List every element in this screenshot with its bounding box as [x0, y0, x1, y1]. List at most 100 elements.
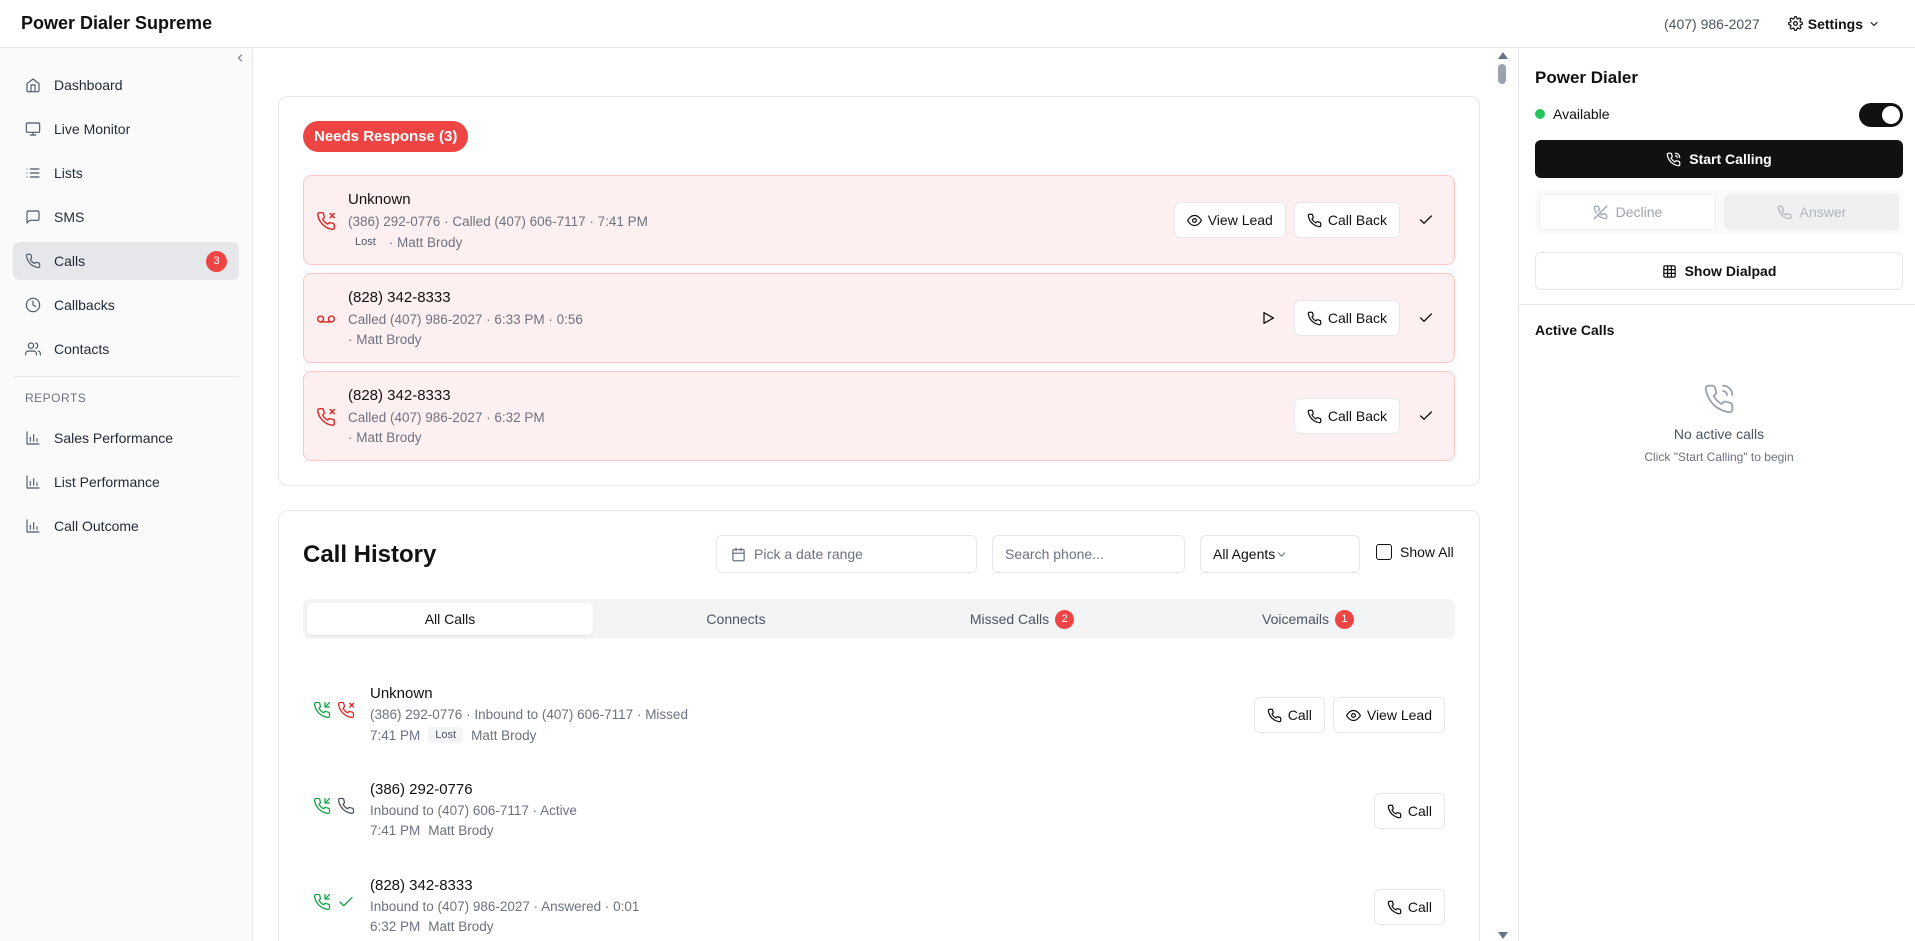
main-content: Needs Response (3) Unknown (386) 292-077… — [254, 48, 1509, 941]
users-icon — [25, 341, 54, 357]
call-label: Call — [1287, 707, 1312, 723]
call-button[interactable]: Call — [1373, 889, 1445, 925]
inbound-call-icon — [313, 797, 331, 815]
phone-icon — [1307, 311, 1322, 326]
tab-label: Missed Calls — [969, 611, 1050, 627]
status-dot-icon — [1535, 109, 1545, 119]
availability-label: Available — [1553, 106, 1610, 122]
sidebar-item-label: SMS — [54, 209, 85, 225]
answer-button[interactable]: Answer — [1724, 194, 1899, 230]
call-button[interactable]: Call — [1253, 697, 1325, 733]
voicemail-count-badge: 1 — [1334, 609, 1354, 629]
collapse-sidebar-button[interactable] — [234, 52, 246, 64]
call-detail: Inbound to (407) 986-2027 · Answered · 0… — [370, 899, 640, 914]
sidebar-item-dashboard[interactable]: Dashboard — [13, 66, 239, 104]
start-calling-button[interactable]: Start Calling — [1535, 140, 1903, 178]
call-history-tabs: All Calls Connects Missed Calls 2 Voicem… — [303, 599, 1455, 639]
call-detail: Called (407) 986-2027 · 6:32 PM — [348, 410, 545, 425]
call-label: Call — [1407, 803, 1432, 819]
mark-resolved-button[interactable] — [1408, 398, 1444, 434]
call-back-label: Call Back — [1327, 408, 1387, 424]
view-lead-button[interactable]: View Lead — [1332, 697, 1445, 733]
tab-label: All Calls — [424, 611, 476, 627]
missed-call-icon — [316, 407, 336, 427]
show-dialpad-button[interactable]: Show Dialpad — [1535, 252, 1903, 290]
empty-state-hint: Click "Start Calling" to begin — [1644, 450, 1794, 464]
call-history-row: (386) 292-0776 Inbound to (407) 606-7117… — [303, 767, 1455, 847]
view-lead-label: View Lead — [1207, 212, 1273, 228]
sidebar-item-label: Live Monitor — [54, 121, 131, 137]
sidebar-item-callbacks[interactable]: Callbacks — [13, 286, 239, 324]
scroll-down-arrow[interactable] — [1498, 932, 1508, 939]
scroll-up-arrow[interactable] — [1498, 52, 1508, 59]
check-icon — [1418, 212, 1434, 228]
sidebar-item-label: Lists — [54, 165, 83, 181]
calendar-icon — [731, 547, 746, 562]
tab-connects[interactable]: Connects — [593, 603, 879, 635]
tab-all-calls[interactable]: All Calls — [307, 603, 593, 635]
call-history-title: Call History — [303, 541, 437, 568]
eye-icon — [1345, 708, 1361, 723]
sidebar-item-sales-performance[interactable]: Sales Performance — [13, 419, 239, 457]
voicemail-icon — [316, 309, 336, 329]
tab-label: Voicemails — [1262, 611, 1329, 627]
active-call-icon — [337, 797, 355, 815]
answer-label: Answer — [1799, 204, 1847, 220]
sidebar-item-sms[interactable]: SMS — [13, 198, 239, 236]
eye-icon — [1186, 213, 1202, 228]
sidebar-item-label: List Performance — [54, 474, 160, 490]
sidebar-item-lists[interactable]: Lists — [13, 154, 239, 192]
phone-icon — [1387, 900, 1402, 915]
start-calling-label: Start Calling — [1689, 151, 1772, 167]
needs-response-item: (828) 342-8333 Called (407) 986-2027 · 6… — [303, 371, 1455, 461]
show-all-toggle[interactable]: Show All — [1376, 544, 1454, 560]
sidebar-item-contacts[interactable]: Contacts — [13, 330, 239, 368]
call-detail: Inbound to (407) 606-7117 · Active — [370, 803, 577, 818]
sidebar-item-call-outcome[interactable]: Call Outcome — [13, 507, 239, 545]
play-icon — [1260, 310, 1276, 326]
view-lead-button[interactable]: View Lead — [1173, 202, 1286, 238]
sidebar-item-calls[interactable]: Calls 3 — [13, 242, 239, 280]
missed-call-icon — [337, 701, 355, 719]
phone-icon — [1387, 804, 1402, 819]
grid-icon — [1662, 264, 1677, 279]
phone-call-icon — [1703, 383, 1735, 415]
check-icon — [1418, 408, 1434, 424]
inbound-call-icon — [313, 701, 331, 719]
sidebar-item-list-performance[interactable]: List Performance — [13, 463, 239, 501]
scroll-thumb[interactable] — [1498, 64, 1506, 84]
caller-name: (828) 342-8333 — [348, 387, 451, 404]
show-all-checkbox[interactable] — [1376, 544, 1392, 560]
date-range-picker[interactable]: Pick a date range — [716, 535, 977, 573]
needs-response-item: (828) 342-8333 Called (407) 986-2027 · 6… — [303, 273, 1455, 363]
tab-missed-calls[interactable]: Missed Calls 2 — [879, 603, 1165, 635]
caller-name: Unknown — [348, 191, 411, 208]
search-phone-input[interactable] — [992, 535, 1185, 573]
power-dialer-panel: Power Dialer Available Start Calling Dec… — [1518, 48, 1915, 941]
play-voicemail-button[interactable] — [1250, 300, 1286, 336]
needs-response-badge: Needs Response (3) — [303, 121, 469, 152]
call-back-button[interactable]: Call Back — [1293, 398, 1400, 434]
call-label: Call — [1407, 899, 1432, 915]
caller-name: (828) 342-8333 — [370, 877, 473, 894]
call-button[interactable]: Call — [1373, 793, 1445, 829]
settings-menu-button[interactable]: Settings — [1787, 15, 1880, 32]
view-lead-label: View Lead — [1366, 707, 1432, 723]
call-detail: Called (407) 986-2027 · 6:33 PM · 0:56 — [348, 312, 583, 327]
main-scrollbar[interactable] — [1495, 48, 1509, 941]
availability-status: Available — [1535, 106, 1610, 122]
agent-select[interactable]: All Agents — [1200, 535, 1360, 573]
availability-toggle[interactable] — [1859, 103, 1903, 127]
calls-count-badge: 3 — [206, 250, 227, 272]
phone-icon — [1777, 205, 1792, 220]
tab-voicemails[interactable]: Voicemails 1 — [1165, 603, 1451, 635]
power-dialer-title: Power Dialer — [1535, 68, 1638, 87]
call-back-button[interactable]: Call Back — [1293, 202, 1400, 238]
mark-resolved-button[interactable] — [1408, 300, 1444, 336]
mark-resolved-button[interactable] — [1408, 202, 1444, 238]
sidebar-item-live-monitor[interactable]: Live Monitor — [13, 110, 239, 148]
sidebar-item-label: Call Outcome — [54, 518, 139, 534]
decline-button[interactable]: Decline — [1539, 194, 1716, 230]
settings-label: Settings — [1807, 15, 1863, 32]
call-back-button[interactable]: Call Back — [1293, 300, 1400, 336]
